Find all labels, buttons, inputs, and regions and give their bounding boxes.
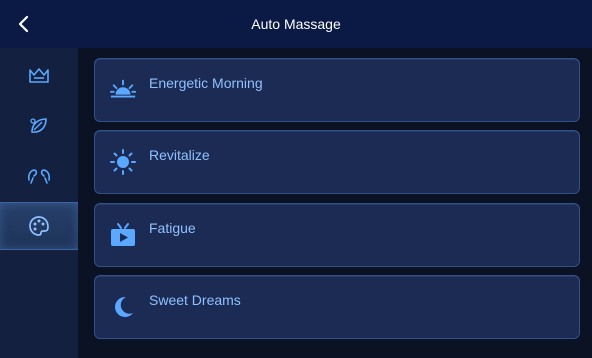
tv-icon (109, 217, 137, 253)
program-card-energetic-morning[interactable]: Energetic Morning (94, 58, 580, 122)
program-label: Fatigue (149, 220, 196, 236)
sidebar-item-leaf[interactable] (0, 102, 78, 150)
program-card-sweet-dreams[interactable]: Sweet Dreams (94, 275, 580, 339)
sun-icon (109, 144, 137, 180)
top-bar: Auto Massage (0, 0, 592, 48)
page-title: Auto Massage (251, 16, 341, 32)
program-card-fatigue[interactable]: Fatigue (94, 203, 580, 267)
program-label: Sweet Dreams (149, 292, 241, 308)
program-list: Energetic Morning Revitalize Fatigue Swe… (78, 48, 592, 358)
sidebar-item-crown[interactable] (0, 52, 78, 100)
program-label: Revitalize (149, 147, 210, 163)
hands-icon (27, 169, 51, 184)
program-card-revitalize[interactable]: Revitalize (94, 130, 580, 194)
palette-icon (29, 216, 49, 236)
sidebar-item-palette[interactable] (0, 202, 78, 250)
leaf-icon (30, 118, 47, 133)
moon-icon (109, 289, 137, 325)
program-label: Energetic Morning (149, 75, 263, 91)
sidebar-item-hands[interactable] (0, 152, 78, 200)
sidebar (0, 48, 78, 358)
crown-icon (29, 68, 49, 83)
sunrise-icon (109, 72, 137, 108)
